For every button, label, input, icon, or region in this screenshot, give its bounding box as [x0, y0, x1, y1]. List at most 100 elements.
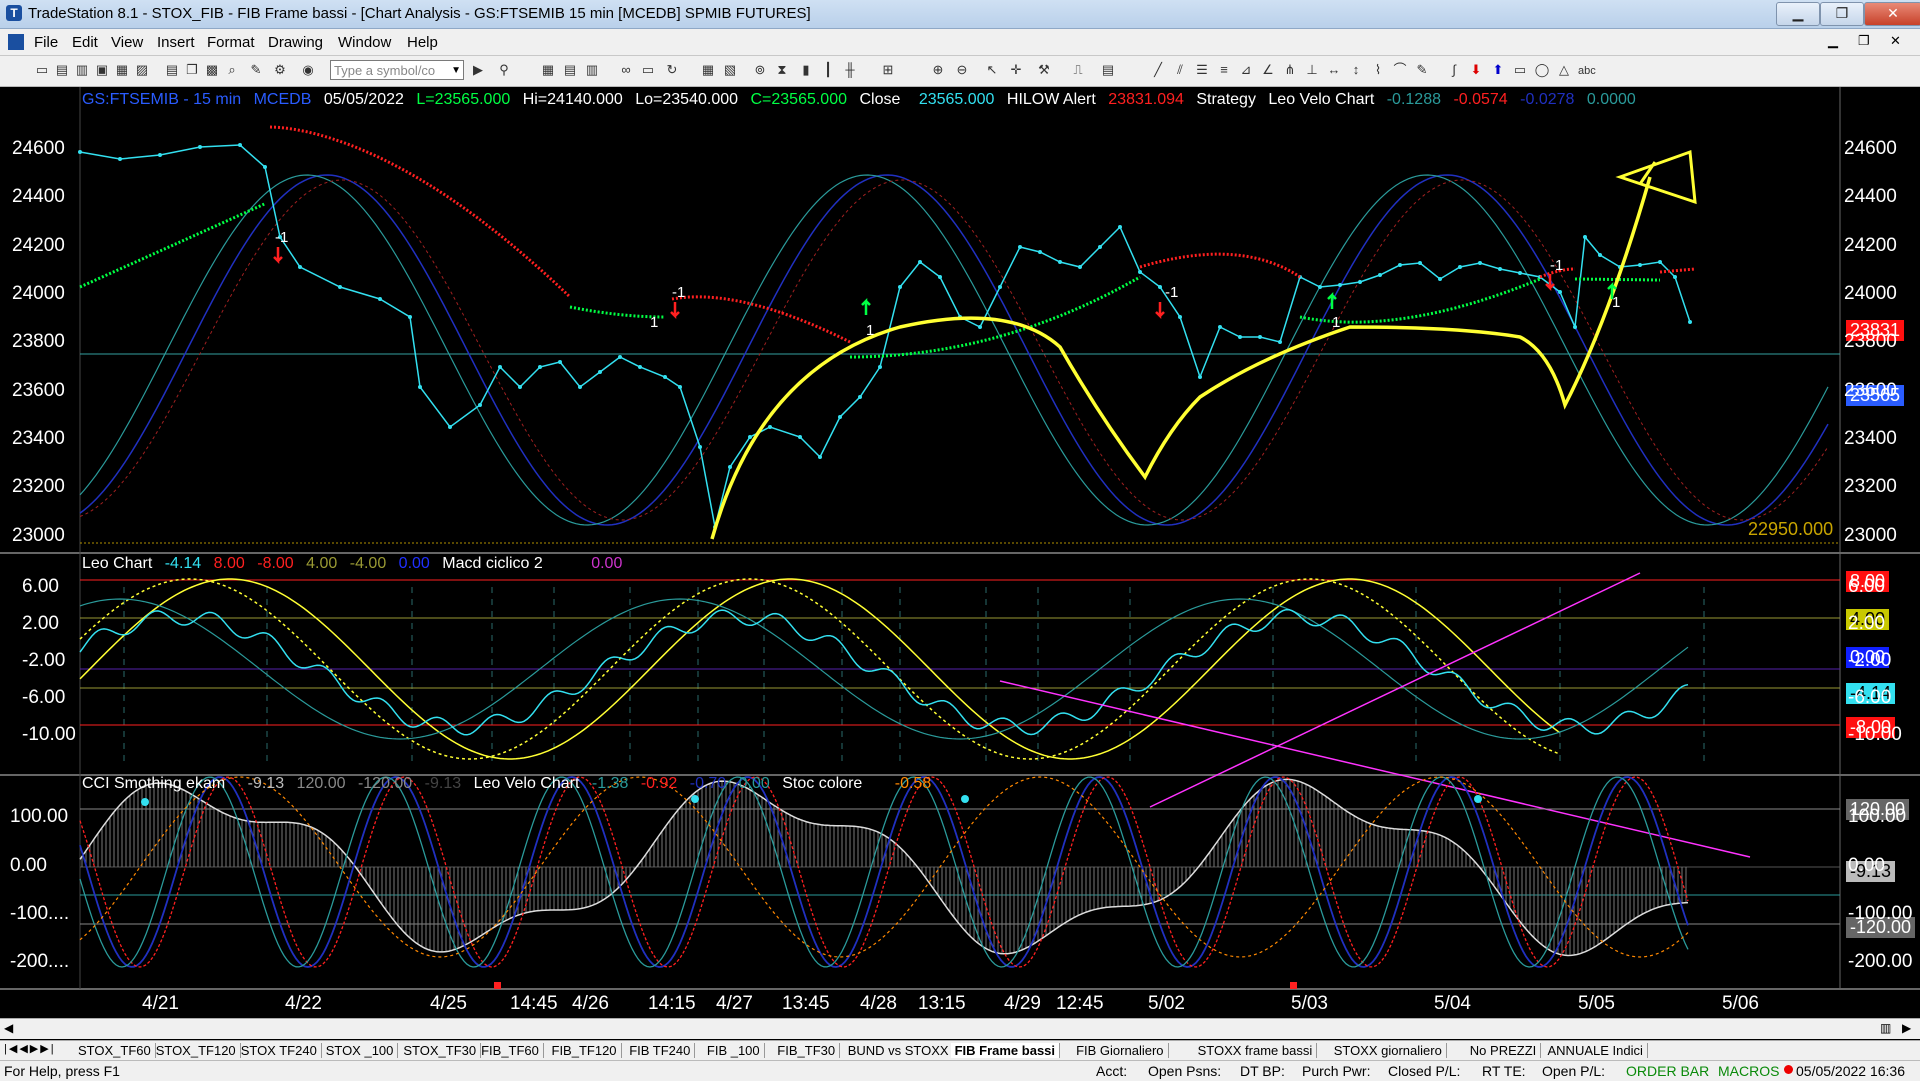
bar-chart-icon[interactable]: ▮ [798, 62, 814, 78]
paste-icon[interactable]: ▩ [204, 62, 220, 78]
pencil-icon[interactable]: ✎ [1414, 62, 1430, 78]
folder-icon[interactable]: ▨ [134, 62, 150, 78]
rectangle-icon[interactable]: ▭ [1512, 62, 1528, 78]
workspace-tab[interactable]: STOX _100 [322, 1043, 399, 1058]
workspace-tab[interactable]: FIB_TF120 [548, 1043, 622, 1058]
globe-icon[interactable]: ◉ [300, 62, 316, 78]
close-button[interactable]: ✕ [1864, 2, 1920, 26]
arrow-down-red-icon[interactable]: ⬇ [1468, 62, 1484, 78]
menu-format[interactable]: Format [207, 34, 255, 51]
trend-channel-icon[interactable]: ⫽ [1172, 62, 1188, 78]
symbol-input[interactable]: Type a symbol/co ▼ [330, 60, 464, 80]
menu-window[interactable]: Window [338, 34, 391, 51]
chart-style-icon[interactable]: ▦ [540, 62, 556, 78]
arrows-lr-icon[interactable]: ↔ [1326, 62, 1342, 78]
tab-nav-icon[interactable]: |◀◀▶▶| [4, 1042, 56, 1055]
child-close-button[interactable]: ✕ [1890, 33, 1901, 49]
macros-button[interactable]: MACROS [1718, 1063, 1779, 1079]
menu-file[interactable]: File [34, 34, 58, 51]
bars-icon[interactable]: ╫ [842, 62, 858, 78]
indicator-icon[interactable]: ⎍ [1070, 62, 1086, 78]
pitchfork-icon[interactable]: ⋔ [1282, 62, 1298, 78]
minimize-button[interactable]: ▁ [1776, 2, 1820, 26]
workspace-tab[interactable]: FIB Giornaliero [1072, 1043, 1169, 1058]
settings-icon[interactable]: ⚙ [272, 62, 288, 78]
workspace-tab[interactable]: STOXX frame bassi [1194, 1043, 1318, 1058]
hourglass-icon[interactable]: ⧗ [774, 62, 790, 78]
workspace-tab[interactable]: FIB_TF60 [477, 1043, 544, 1058]
format-icon[interactable]: ▤ [562, 62, 578, 78]
menu-drawing[interactable]: Drawing [268, 34, 323, 51]
menu-view[interactable]: View [111, 34, 143, 51]
zoom-in-icon[interactable]: ⊕ [930, 62, 946, 78]
workspace-tab[interactable]: FIB Frame bassi [950, 1043, 1061, 1058]
copy-icon[interactable]: ❐ [184, 62, 200, 78]
menu-help[interactable]: Help [407, 34, 438, 51]
triangle-icon[interactable]: △ [1556, 62, 1572, 78]
chart-window-icon[interactable] [8, 34, 24, 50]
leo-v2: 8.00 [213, 555, 245, 572]
lookup-icon[interactable]: ⚲ [496, 62, 512, 78]
save-workspace-icon[interactable]: ▦ [114, 62, 130, 78]
arrows-ud-icon[interactable]: ↕ [1348, 62, 1364, 78]
arrow-lines-icon[interactable]: ⊥ [1304, 62, 1320, 78]
workspace-tab[interactable]: STOXX giornaliero [1330, 1043, 1447, 1058]
gann-icon[interactable]: ⊿ [1238, 62, 1254, 78]
workspace-tab[interactable]: BUND vs STOXX [844, 1043, 954, 1058]
order-bar-button[interactable]: ORDER BAR [1626, 1063, 1709, 1079]
trendline-icon[interactable]: ╱ [1150, 62, 1166, 78]
book-icon[interactable]: ▤ [1100, 62, 1116, 78]
scroll-right-icon[interactable]: ▶ [1902, 1021, 1911, 1035]
child-restore-button[interactable]: ❐ [1858, 33, 1870, 49]
freehand-icon[interactable]: ∫ [1446, 62, 1462, 78]
pointer-icon[interactable]: ↖ [984, 62, 1000, 78]
scroll-left-icon[interactable]: ◀ [4, 1021, 13, 1035]
refresh-icon[interactable]: ↻ [664, 62, 680, 78]
scroll-bars-icon[interactable]: ▥ [1880, 1021, 1891, 1035]
workspace-tab[interactable]: STOX_TF120 [152, 1043, 241, 1058]
menu-edit[interactable]: Edit [72, 34, 98, 51]
workspace-tab[interactable]: STOX_TF30 [399, 1043, 482, 1058]
menu-insert[interactable]: Insert [157, 34, 195, 51]
window-icon[interactable]: ▭ [640, 62, 656, 78]
workspace-tab[interactable]: STOX TF240 [237, 1043, 322, 1058]
ellipse-icon[interactable]: ◯ [1534, 62, 1550, 78]
link-icon[interactable]: ∞ [618, 62, 634, 78]
arrow-up-blue-icon[interactable]: ⬆ [1490, 62, 1506, 78]
horizontal-lines-icon[interactable]: ☰ [1194, 62, 1210, 78]
arc-icon[interactable]: ⌒ [1392, 62, 1408, 78]
angle-icon[interactable]: ∠ [1260, 62, 1276, 78]
workspace-tab[interactable]: ANNUALE Indici [1544, 1043, 1648, 1058]
radar-icon[interactable]: ⊚ [752, 62, 768, 78]
open-workspace-icon[interactable]: ▥ [74, 62, 90, 78]
workspace-tab[interactable]: No PREZZI [1466, 1043, 1542, 1058]
tools-icon[interactable]: ✎ [248, 62, 264, 78]
fib-icon[interactable]: ≡ [1216, 62, 1232, 78]
layout2-icon[interactable]: ▧ [722, 62, 738, 78]
workspace-tab[interactable]: FIB_TF30 [773, 1043, 841, 1058]
find-icon[interactable]: ⌕ [224, 62, 240, 78]
speed-lines-icon[interactable]: ⌇ [1370, 62, 1386, 78]
workspace-tab[interactable]: FIB _100 [703, 1043, 765, 1058]
zoom-out-icon[interactable]: ⊖ [954, 62, 970, 78]
candle-icon[interactable]: ┃ [820, 62, 836, 78]
chart-area[interactable]: -1 -1 -1 -1 1 1 1 1 GS:FTSEMIB - 15 min MCEDB 0… [0, 87, 1920, 1025]
price-point [448, 425, 452, 429]
link-symbol-icon[interactable]: ⊞ [880, 62, 896, 78]
chevron-down-icon[interactable]: ▼ [451, 61, 461, 81]
go-icon[interactable]: ▶ [470, 62, 486, 78]
crosshair-icon[interactable]: ✛ [1008, 62, 1024, 78]
open-icon[interactable]: ▤ [54, 62, 70, 78]
print-icon[interactable]: ▤ [164, 62, 180, 78]
save-icon[interactable]: ▣ [94, 62, 110, 78]
grid-icon[interactable]: ▥ [584, 62, 600, 78]
new-icon[interactable]: ▭ [34, 62, 50, 78]
horizontal-scrollbar[interactable]: ◀ ▥ ▶ [0, 1018, 1920, 1039]
layout-icon[interactable]: ▦ [700, 62, 716, 78]
child-minimize-button[interactable]: ▁ [1828, 33, 1838, 49]
hammer-icon[interactable]: ⚒ [1036, 62, 1052, 78]
workspace-tab[interactable]: STOX_TF60 [74, 1043, 156, 1058]
text-icon[interactable]: abc [1578, 62, 1596, 78]
workspace-tab[interactable]: FIB TF240 [625, 1043, 696, 1058]
maximize-button[interactable]: ❐ [1820, 2, 1864, 26]
